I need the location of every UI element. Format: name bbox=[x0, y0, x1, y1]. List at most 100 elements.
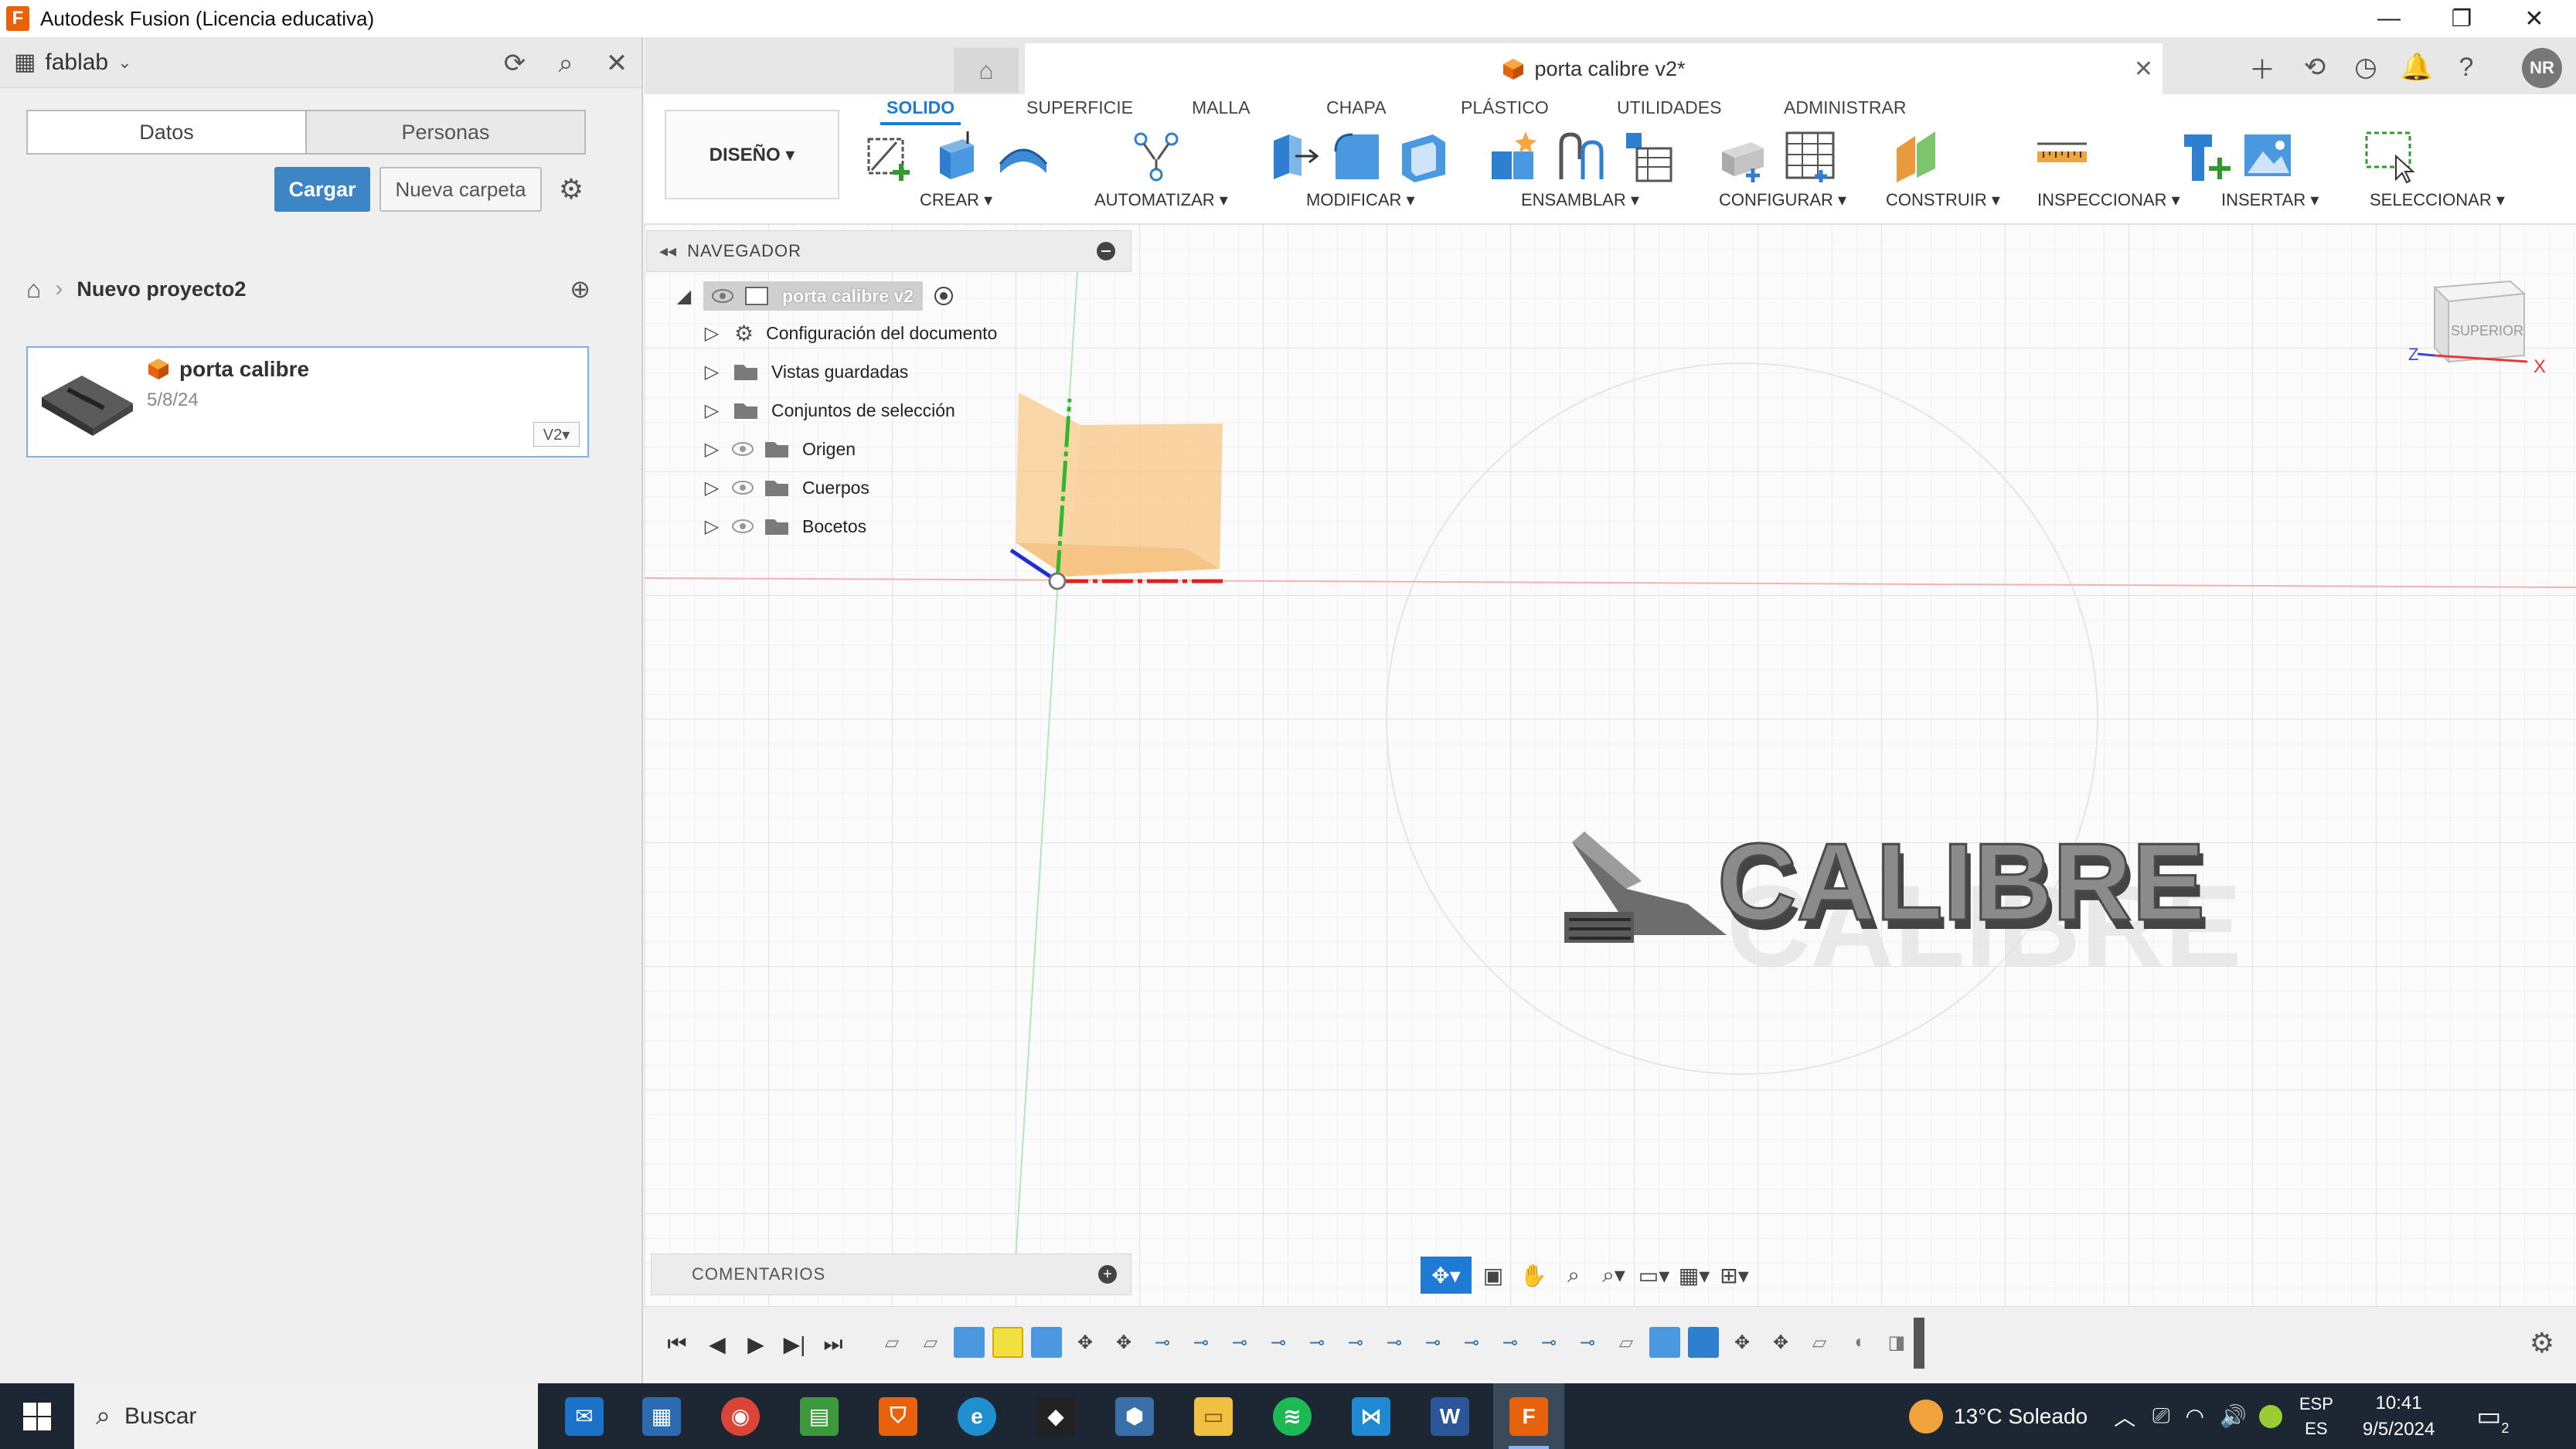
workspace-dropdown[interactable]: DISEÑO ▾ bbox=[665, 110, 839, 199]
timeline-extrude-icon[interactable] bbox=[954, 1327, 985, 1358]
visibility-eye-icon[interactable] bbox=[731, 480, 754, 495]
notifications-icon[interactable]: ▭ 2 bbox=[2476, 1401, 2510, 1437]
close-panel-icon[interactable]: ✕ bbox=[600, 46, 634, 80]
status-badge[interactable] bbox=[2258, 1404, 2282, 1428]
minimize-navigator-icon[interactable] bbox=[1097, 242, 1115, 260]
tab-chapa[interactable]: CHAPA bbox=[1326, 94, 1387, 121]
breadcrumb-project[interactable]: Nuevo proyecto2 bbox=[77, 277, 246, 301]
upload-button[interactable]: Cargar bbox=[274, 167, 370, 212]
close-window-button[interactable]: ✕ bbox=[2498, 0, 2571, 37]
document-tab[interactable]: porta calibre v2* ✕ bbox=[1025, 43, 2163, 94]
close-tab-icon[interactable]: ✕ bbox=[2134, 56, 2153, 83]
tab-personas[interactable]: Personas bbox=[305, 111, 584, 153]
group-automatizar[interactable]: AUTOMATIZAR ▾ bbox=[1094, 190, 1228, 210]
automate-icon[interactable] bbox=[1128, 128, 1184, 184]
new-component-icon[interactable] bbox=[1487, 128, 1543, 184]
navigator-item-document-settings[interactable]: ▷ ⚙ Configuración del documento bbox=[700, 315, 998, 351]
visibility-eye-icon[interactable] bbox=[731, 519, 754, 534]
taskbar-app-shield[interactable]: ⛉ bbox=[863, 1383, 934, 1449]
timeline-sketch-icon[interactable]: ▱ bbox=[876, 1327, 907, 1358]
visibility-eye-icon[interactable] bbox=[731, 441, 754, 457]
timeline-marker[interactable] bbox=[1914, 1318, 1924, 1369]
group-ensamblar[interactable]: ENSAMBLAR ▾ bbox=[1521, 190, 1639, 210]
weather-sun-icon[interactable] bbox=[1909, 1399, 1943, 1434]
zoom-icon[interactable]: ⌕ bbox=[1555, 1257, 1592, 1294]
group-configurar[interactable]: CONFIGURAR ▾ bbox=[1719, 190, 1846, 210]
extensions-icon[interactable]: ⟲ bbox=[2294, 46, 2336, 88]
taskbar-mail[interactable]: ✉ bbox=[549, 1383, 620, 1449]
tree-expand-icon[interactable]: ▷ bbox=[700, 400, 723, 422]
timeline-next-icon[interactable]: ▶| bbox=[778, 1327, 812, 1361]
minimize-button[interactable]: — bbox=[2353, 0, 2425, 37]
timeline-extrude-icon[interactable] bbox=[1649, 1327, 1680, 1358]
navigator-item-origin[interactable]: ▷ Origen bbox=[700, 431, 856, 467]
gear-icon[interactable]: ⚙ bbox=[551, 169, 591, 209]
timeline-joint-icon[interactable]: ⊸ bbox=[1186, 1327, 1217, 1358]
search-icon[interactable]: ⌕ bbox=[549, 46, 583, 80]
refresh-icon[interactable]: ⟳ bbox=[498, 46, 532, 80]
taskbar-spotify[interactable]: ≋ bbox=[1257, 1383, 1328, 1449]
timeline-joint-icon[interactable]: ⊸ bbox=[1147, 1327, 1178, 1358]
group-seleccionar[interactable]: SELECCIONAR ▾ bbox=[2370, 190, 2505, 210]
navigator-item-bodies[interactable]: ▷ Cuerpos bbox=[700, 470, 869, 505]
timeline-combine-icon[interactable] bbox=[1688, 1327, 1719, 1358]
configuration-table-icon[interactable] bbox=[1782, 128, 1838, 184]
navigator-item-sketches[interactable]: ▷ Bocetos bbox=[700, 509, 866, 544]
tree-expand-icon[interactable]: ▷ bbox=[700, 477, 723, 499]
taskbar-store[interactable]: ▦ bbox=[626, 1383, 697, 1449]
timeline-move-icon[interactable]: ✥ bbox=[1070, 1327, 1101, 1358]
bill-of-materials-icon[interactable] bbox=[1620, 128, 1676, 184]
tab-superficie[interactable]: SUPERFICIE bbox=[1026, 94, 1133, 121]
weather-text[interactable]: 13°C Soleado bbox=[1954, 1404, 2088, 1429]
globe-icon[interactable]: ⊕ bbox=[570, 274, 590, 304]
navigator-root-row[interactable]: ◢ porta calibre v2 bbox=[672, 278, 955, 314]
taskbar-file-explorer[interactable]: ▭ bbox=[1178, 1383, 1249, 1449]
group-modificar[interactable]: MODIFICAR ▾ bbox=[1306, 190, 1415, 210]
chevron-down-icon[interactable]: ⌄ bbox=[117, 53, 131, 73]
taskbar-app-fusion-setup[interactable]: ⬢ bbox=[1099, 1383, 1170, 1449]
timeline-sketch-icon[interactable]: ▱ bbox=[1804, 1327, 1835, 1358]
wifi-icon[interactable]: ◠ bbox=[2186, 1403, 2204, 1429]
home-icon[interactable]: ⌂ bbox=[26, 275, 41, 304]
timeline-joint-icon[interactable]: ⊸ bbox=[1302, 1327, 1332, 1358]
clock[interactable]: 10:41 9/5/2024 bbox=[2363, 1390, 2435, 1443]
timeline-joint-icon[interactable]: ⊸ bbox=[1572, 1327, 1603, 1358]
timeline-joint-icon[interactable]: ⊸ bbox=[1263, 1327, 1294, 1358]
language-indicator[interactable]: ESP ES bbox=[2299, 1392, 2333, 1441]
press-pull-icon[interactable] bbox=[1263, 128, 1319, 184]
orbit-icon[interactable]: ✥▾ bbox=[1421, 1257, 1472, 1294]
timeline-joint-icon[interactable]: ⊸ bbox=[1456, 1327, 1487, 1358]
timeline-move-icon[interactable]: ✥ bbox=[1108, 1327, 1139, 1358]
tab-utilidades[interactable]: UTILIDADES bbox=[1617, 94, 1721, 121]
meet-now-icon[interactable]: ⎚ bbox=[2152, 1403, 2169, 1429]
timeline-joint-icon[interactable]: ⊸ bbox=[1533, 1327, 1564, 1358]
insert-canvas-icon[interactable] bbox=[2240, 128, 2295, 184]
tree-expand-icon[interactable]: ▷ bbox=[700, 438, 723, 461]
timeline-sketch-icon[interactable]: ▱ bbox=[915, 1327, 946, 1358]
pan-hand-icon[interactable]: ✋ bbox=[1515, 1257, 1552, 1294]
notifications-bell-icon[interactable]: 🔔 bbox=[2396, 46, 2438, 88]
caliper-model[interactable]: CALIBRE CALIBRE CALIBRE bbox=[1564, 820, 2242, 991]
navigator-item-selection-sets[interactable]: ▷ Conjuntos de selección bbox=[700, 393, 955, 428]
timeline-joint-icon[interactable]: ⊸ bbox=[1224, 1327, 1255, 1358]
timeline-extrude-selected-icon[interactable] bbox=[992, 1327, 1023, 1358]
joint-icon[interactable] bbox=[1553, 128, 1609, 184]
group-insertar[interactable]: INSERTAR ▾ bbox=[2221, 190, 2319, 210]
home-tab-icon[interactable]: ⌂ bbox=[954, 48, 1019, 93]
fit-zoom-icon[interactable]: ⌕▾ bbox=[1595, 1257, 1632, 1294]
tab-solido[interactable]: SOLIDO bbox=[880, 94, 961, 125]
new-tab-icon[interactable]: ＋ bbox=[2241, 46, 2283, 88]
view-cube[interactable]: SUPERIOR X Z bbox=[2404, 270, 2550, 379]
group-crear[interactable]: CREAR ▾ bbox=[920, 190, 992, 210]
timeline-joint-icon[interactable]: ⊸ bbox=[1340, 1327, 1371, 1358]
team-grid-icon[interactable]: ▦ bbox=[14, 49, 36, 76]
select-icon[interactable] bbox=[2362, 128, 2418, 184]
look-at-icon[interactable]: ▣ bbox=[1475, 1257, 1512, 1294]
taskbar-chrome[interactable]: ◉ bbox=[705, 1383, 776, 1449]
taskbar-app-inkscape[interactable]: ◆ bbox=[1020, 1383, 1091, 1449]
timeline-end-icon[interactable]: ⏭ bbox=[816, 1327, 850, 1361]
group-inspeccionar[interactable]: INSPECCIONAR ▾ bbox=[2037, 190, 2180, 210]
collapse-panel-icon[interactable]: ◂◂ bbox=[659, 241, 676, 261]
restore-button[interactable]: ❐ bbox=[2425, 0, 2498, 37]
shell-icon[interactable] bbox=[1396, 128, 1451, 184]
